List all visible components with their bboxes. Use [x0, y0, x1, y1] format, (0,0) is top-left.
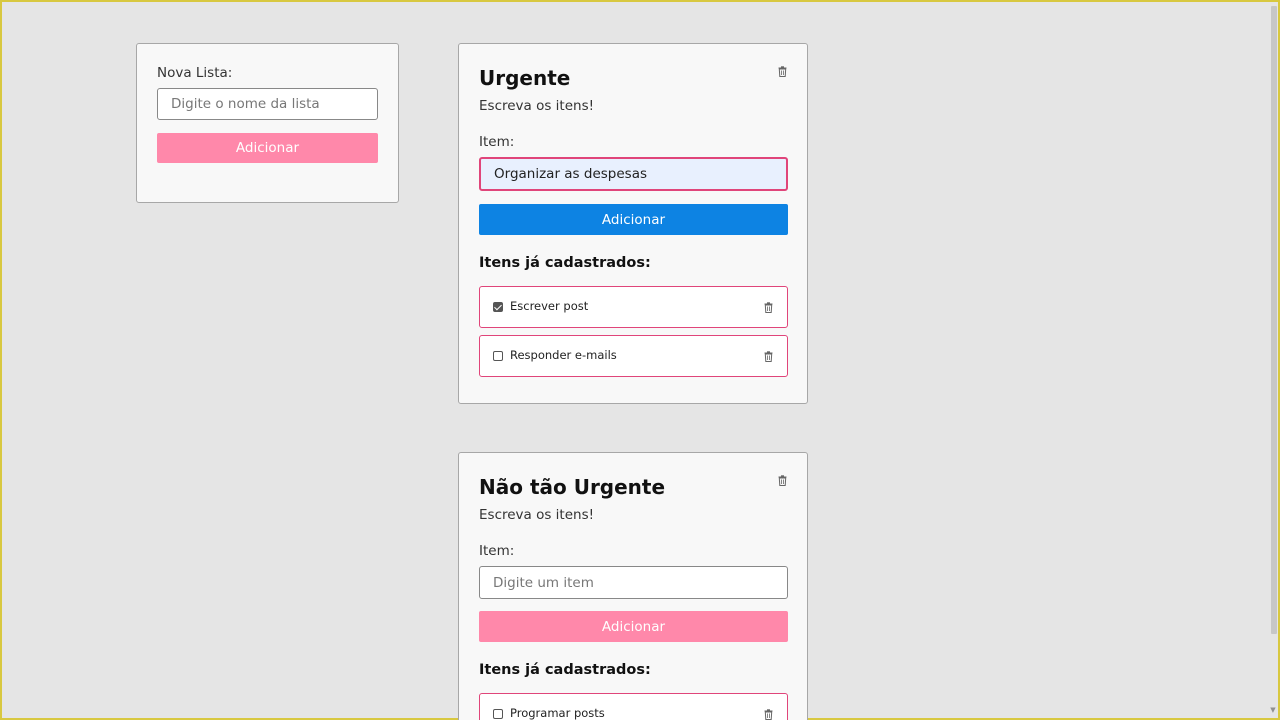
checkbox-checked-icon[interactable]	[493, 302, 503, 312]
add-list-button[interactable]: Adicionar	[157, 133, 378, 163]
list-subtitle: Escreva os itens!	[479, 98, 595, 114]
item-label: Item:	[479, 134, 515, 150]
trash-icon[interactable]	[778, 66, 787, 77]
trash-icon[interactable]	[764, 302, 773, 313]
add-item-button[interactable]: Adicionar	[479, 204, 788, 235]
items-heading: Itens já cadastrados:	[479, 255, 651, 271]
checkbox-icon[interactable]	[493, 351, 503, 361]
new-list-label: Nova Lista:	[157, 65, 233, 81]
list-item: Programar posts	[479, 693, 788, 720]
scroll-down-arrow-icon[interactable]: ▼	[1269, 706, 1277, 714]
item-input[interactable]	[479, 157, 788, 191]
list-item: Responder e-mails	[479, 335, 788, 377]
item-label: Item:	[479, 543, 515, 559]
checkbox-icon[interactable]	[493, 709, 503, 719]
item-input[interactable]	[479, 566, 788, 599]
trash-icon[interactable]	[764, 351, 773, 362]
add-item-button[interactable]: Adicionar	[479, 611, 788, 642]
list-title: Urgente	[479, 66, 571, 90]
trash-icon[interactable]	[778, 475, 787, 486]
list-title: Não tão Urgente	[479, 475, 666, 499]
new-list-name-input[interactable]	[157, 88, 378, 120]
trash-icon[interactable]	[764, 709, 773, 720]
list-subtitle: Escreva os itens!	[479, 507, 595, 523]
item-text: Programar posts	[510, 706, 605, 720]
item-text: Responder e-mails	[510, 348, 617, 362]
scrollbar-thumb[interactable]	[1271, 6, 1277, 634]
list-card-urgente: Urgente Escreva os itens! Item: Adiciona…	[458, 43, 808, 404]
list-item: Escrever post	[479, 286, 788, 328]
vertical-scrollbar[interactable]: ▼	[1269, 3, 1277, 717]
list-card-nao-tao-urgente: Não tão Urgente Escreva os itens! Item: …	[458, 452, 808, 720]
items-heading: Itens já cadastrados:	[479, 662, 651, 678]
item-text: Escrever post	[510, 299, 589, 313]
new-list-card: Nova Lista: Adicionar	[136, 43, 399, 203]
